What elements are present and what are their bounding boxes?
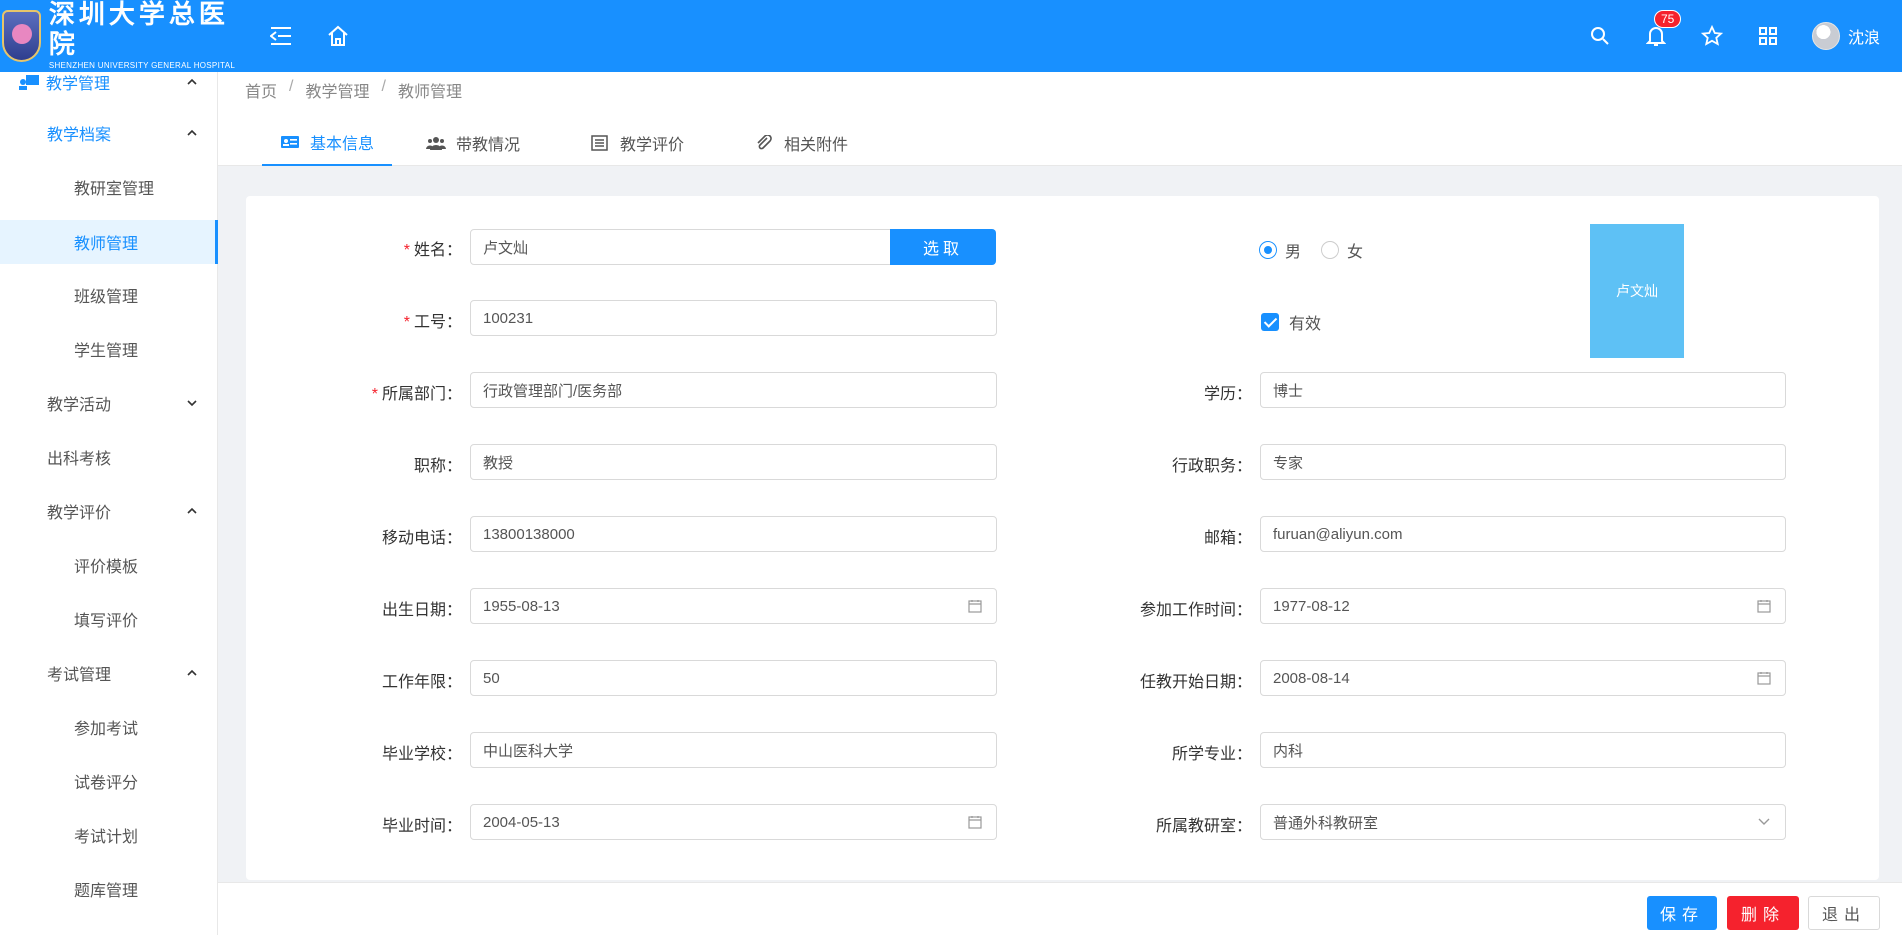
id-card-icon — [281, 136, 299, 148]
mobile-input[interactable]: 13800138000 — [470, 516, 997, 552]
tab-teaching-evaluation[interactable]: 教学评价 — [590, 120, 684, 166]
breadcrumb-teaching[interactable]: 教学管理 — [305, 78, 369, 102]
gender-male-radio[interactable]: 男 — [1259, 238, 1301, 262]
sidebar-item-class-management[interactable]: 班级管理 — [0, 268, 218, 322]
chevron-down-icon — [187, 400, 197, 407]
breadcrumb: 首页 / 教学管理 / 教师管理 — [245, 78, 462, 102]
dept-label: * 所属部门： — [371, 386, 462, 403]
sidebar-item-evaluation-template[interactable]: 评价模板 — [0, 538, 218, 592]
work-start-date-picker[interactable]: 1977-08-12 — [1260, 588, 1786, 624]
dept-input[interactable]: 行政管理部门/医务部 — [470, 372, 997, 408]
grad-date-label: 毕业时间： — [381, 818, 462, 835]
sidebar-item-teacher-management[interactable]: 教师管理 — [0, 220, 218, 264]
calendar-icon — [1757, 672, 1771, 685]
tab-attachments[interactable]: 相关附件 — [754, 120, 848, 166]
email-label: 邮箱： — [1203, 530, 1252, 547]
hospital-emblem-icon — [2, 10, 41, 62]
sidebar: 教学管理 教学档案 教研室管理 教师管理 班级管理 学生管理 教学活动 出科考核… — [0, 72, 218, 935]
sidebar-item-exam-plan[interactable]: 考试计划 — [0, 808, 218, 862]
major-input[interactable]: 内科 — [1260, 732, 1786, 768]
name-label: * 姓名： — [403, 242, 462, 259]
sidebar-item-teaching-activity[interactable]: 教学活动 — [0, 376, 218, 430]
exit-button[interactable]: 退出 — [1808, 896, 1880, 930]
admin-post-label: 行政职务： — [1171, 458, 1252, 475]
empno-label: * 工号： — [403, 314, 462, 331]
school-input[interactable]: 中山医科大学 — [470, 732, 997, 768]
logo-english-name: SHENZHEN UNIVERSITY GENERAL HOSPITAL — [48, 61, 236, 70]
teach-start-date-picker[interactable]: 2008-08-14 — [1260, 660, 1786, 696]
menu-fold-icon[interactable] — [270, 24, 292, 48]
sidebar-item-student-management[interactable]: 学生管理 — [0, 322, 218, 376]
chevron-up-icon — [187, 669, 197, 676]
mobile-label: 移动电话： — [381, 530, 462, 547]
home-icon[interactable] — [326, 24, 350, 48]
user-menu[interactable]: 沈浪 — [1811, 22, 1880, 50]
valid-checkbox[interactable]: 有效 — [1261, 310, 1321, 334]
gender-female-radio[interactable]: 女 — [1321, 238, 1363, 262]
work-years-label: 工作年限： — [381, 674, 462, 691]
teacher-photo[interactable]: 卢文灿 — [1590, 224, 1684, 358]
sidebar-item-question-bank[interactable]: 题库管理 — [0, 862, 218, 916]
birth-date-picker[interactable]: 1955-08-13 — [470, 588, 997, 624]
sidebar-item-label: 教学管理 — [46, 76, 111, 93]
teacher-icon — [19, 75, 39, 90]
tab-teaching-status[interactable]: 带教情况 — [426, 120, 520, 166]
sidebar-item-exam-management[interactable]: 考试管理 — [0, 646, 218, 700]
sidebar-item-take-exam[interactable]: 参加考试 — [0, 700, 218, 754]
chevron-up-icon — [187, 78, 197, 85]
breadcrumb-home[interactable]: 首页 — [245, 78, 277, 102]
calendar-icon — [968, 600, 982, 613]
sidebar-item-teaching-evaluation[interactable]: 教学评价 — [0, 484, 218, 538]
user-name: 沈浪 — [1847, 30, 1880, 47]
avatar — [1811, 22, 1840, 50]
teach-start-label: 任教开始日期： — [1139, 674, 1252, 691]
bell-icon[interactable]: 75 — [1644, 10, 1682, 48]
search-icon[interactable] — [1588, 24, 1612, 48]
admin-post-input[interactable]: 专家 — [1260, 444, 1786, 480]
sidebar-item-paper-grading[interactable]: 试卷评分 — [0, 754, 218, 808]
delete-button[interactable]: 删除 — [1727, 896, 1799, 930]
chevron-up-icon — [187, 129, 197, 136]
sidebar-item-teaching-archive[interactable]: 教学档案 — [0, 106, 218, 160]
chevron-down-icon — [1758, 818, 1770, 825]
star-icon[interactable] — [1700, 24, 1724, 48]
work-start-label: 参加工作时间： — [1139, 602, 1252, 619]
school-label: 毕业学校： — [381, 746, 462, 763]
birth-date-label: 出生日期： — [381, 602, 462, 619]
tab-bar: 基本信息 带教情况 教学评价 相关附件 — [218, 120, 1902, 166]
name-input[interactable]: 卢文灿 — [470, 229, 891, 265]
sidebar-item-research-office[interactable]: 教研室管理 — [0, 160, 218, 214]
logo-chinese-name: 深圳大学总医院 — [48, 0, 229, 60]
work-years-input[interactable]: 50 — [470, 660, 997, 696]
office-select[interactable]: 普通外科教研室 — [1260, 804, 1786, 840]
major-label: 所学专业： — [1171, 746, 1252, 763]
calendar-icon — [1757, 600, 1771, 613]
education-label: 学历： — [1203, 386, 1252, 403]
users-icon — [426, 137, 446, 150]
hospital-logo[interactable]: 深圳大学总医院 SHENZHEN UNIVERSITY GENERAL HOSP… — [2, 0, 252, 72]
sidebar-item-fill-evaluation[interactable]: 填写评价 — [0, 592, 218, 646]
list-icon — [591, 135, 608, 151]
office-label: 所属教研室： — [1155, 818, 1252, 835]
save-button[interactable]: 保存 — [1647, 896, 1717, 930]
title-label: 职称： — [413, 458, 462, 475]
title-input[interactable]: 教授 — [470, 444, 997, 480]
empno-input[interactable]: 100231 — [470, 300, 997, 336]
grad-date-picker[interactable]: 2004-05-13 — [470, 804, 997, 840]
breadcrumb-current: 教师管理 — [397, 84, 462, 101]
education-input[interactable]: 博士 — [1260, 372, 1786, 408]
chevron-up-icon — [187, 507, 197, 514]
notification-badge: 75 — [1653, 10, 1682, 28]
calendar-icon — [968, 816, 982, 829]
pick-teacher-button[interactable]: 选取 — [890, 229, 996, 265]
top-header: 深圳大学总医院 SHENZHEN UNIVERSITY GENERAL HOSP… — [0, 0, 1902, 72]
sidebar-item-teaching-management[interactable]: 教学管理 — [0, 72, 218, 93]
paperclip-icon — [757, 135, 772, 150]
apps-grid-icon[interactable] — [1756, 24, 1780, 48]
email-input[interactable]: furuan@aliyun.com — [1260, 516, 1786, 552]
tab-basic-info[interactable]: 基本信息 — [262, 120, 392, 166]
sidebar-item-rotation-exam[interactable]: 出科考核 — [0, 430, 218, 484]
